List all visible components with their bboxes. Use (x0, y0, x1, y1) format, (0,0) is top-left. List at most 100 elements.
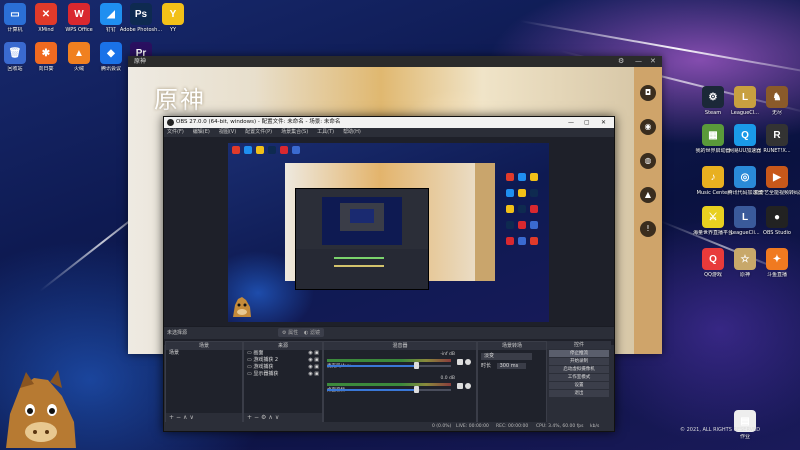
source-label: 显示器捕获 (253, 371, 279, 377)
menu-item[interactable]: 视图(V) (219, 128, 236, 137)
control-button[interactable]: 设置 (549, 382, 609, 389)
duration-input[interactable]: 300 ms (496, 363, 527, 369)
app-icon: Y (162, 3, 184, 25)
source-item[interactable]: ▭ 显示器捕获 ◉ ▣ (244, 371, 322, 378)
volume-slider-handle[interactable] (414, 362, 420, 369)
menu-item[interactable]: 场景集合(S) (281, 128, 308, 137)
obs-menubar: 文件(F) 编辑(E) 视图(V) 配置文件(P) 场景集合(S) 工具(T) 帮助(H) (164, 128, 614, 137)
transitions-panel: 场景转场 淡变 时长 300 ms (477, 341, 547, 423)
menu-item[interactable]: 配置文件(P) (245, 128, 272, 137)
close-icon[interactable]: ✕ (650, 56, 656, 67)
preview-icon (244, 146, 252, 154)
horse-mascot-icon (233, 297, 251, 317)
gear-icon[interactable] (465, 383, 471, 389)
sources-panel: 来源 ▭ 画面 ◉ ▣ ▭ 游戏捕获 2 ◉ ▣ ▭ 游戏捕获 ◉ ▣ ▭ 显示器捕获 ◉ ▣… (243, 341, 323, 423)
horse-mascot-icon (6, 370, 76, 448)
desktop-icon-label: 斗鱼直播 (766, 272, 787, 278)
preview-icon (530, 173, 538, 181)
speaker-icon[interactable] (457, 383, 463, 389)
notice-icon[interactable]: ! (640, 221, 656, 237)
control-button[interactable]: 停止推流 (549, 350, 609, 357)
obs-logo-icon (167, 119, 174, 126)
channel-db: 0.0 dB (440, 376, 455, 381)
desktop-icon[interactable]: ● OBS Studio (754, 206, 800, 236)
source-item[interactable]: ▭ 游戏捕获 ◉ ▣ (244, 364, 322, 371)
app-icon: Q (734, 124, 756, 146)
obs-preview[interactable] (164, 137, 614, 345)
minimize-icon[interactable]: — (568, 117, 574, 128)
app-icon: R (766, 124, 788, 146)
copyright-text: © 2021, ALL RIGHTS RESERVED (680, 427, 761, 433)
menu-item[interactable]: 帮助(H) (343, 128, 361, 137)
transition-select[interactable]: 淡变 (481, 353, 532, 360)
desktop-icon[interactable]: ♞ 无尽 (754, 86, 800, 116)
scenes-footer[interactable]: +−∧∨ (166, 413, 242, 422)
control-button[interactable]: 工作室模式 (549, 374, 609, 381)
control-button[interactable]: 开始录制 (549, 358, 609, 365)
desktop-icon[interactable]: ✦ 斗鱼直播 (754, 248, 800, 278)
properties-button[interactable]: ⚙ 属性 (278, 328, 303, 337)
menu-item[interactable]: 编辑(E) (193, 128, 210, 137)
mixer-channel: 桌面音频0.0 dB (327, 376, 473, 398)
app-icon: ✱ (35, 42, 57, 64)
app-icon: ♞ (766, 86, 788, 108)
launcher-titlebar[interactable]: 原神 ⚙ — ✕ (128, 56, 662, 67)
control-button[interactable]: 退出 (549, 390, 609, 397)
menu-item[interactable]: 文件(F) (167, 128, 184, 137)
preview-icon (506, 189, 514, 197)
bilibili-icon[interactable]: ▲ (640, 187, 656, 203)
source-item[interactable]: ▭ 游戏捕获 2 ◉ ▣ (244, 357, 322, 364)
scene-item[interactable]: 场景 (166, 350, 242, 357)
app-icon: L (734, 86, 756, 108)
volume-slider-handle[interactable] (414, 386, 420, 393)
controls-panel: 控件 停止推流 开始录制 启动虚拟摄像机 工作室模式 设置 退出 (547, 341, 611, 421)
live-time: LIVE: 00:00:00 (456, 424, 489, 429)
app-icon: Q (702, 248, 724, 270)
visibility-lock-icon[interactable]: ◉ ▣ (308, 350, 319, 357)
volume-slider[interactable] (327, 389, 451, 391)
speaker-icon[interactable] (457, 359, 463, 365)
desktop-icon[interactable]: ▶ 爱奇艺全能视频转码器 (754, 166, 800, 196)
app-icon: ☆ (734, 248, 756, 270)
maximize-icon[interactable]: ▢ (584, 117, 590, 128)
desktop: ▭ 计算机 ✕ XMind W WPS Office ◢ 钉钉 Ps Adobe Photosh.… (0, 0, 800, 450)
app-icon: ⚙ (702, 86, 724, 108)
launcher-title: 原神 (134, 58, 147, 65)
minimize-icon[interactable]: — (635, 56, 642, 67)
desktop-icon[interactable]: Y YY (150, 3, 196, 33)
preview-obs (295, 188, 429, 290)
volume-slider[interactable] (327, 365, 451, 367)
wechat-icon[interactable]: ◉ (640, 119, 656, 135)
visibility-lock-icon[interactable]: ◉ ▣ (308, 357, 319, 364)
visibility-lock-icon[interactable]: ◉ ▣ (308, 371, 319, 378)
preview-icon (506, 237, 514, 245)
gear-icon[interactable] (465, 359, 471, 365)
desktop-icon-label: 作业 (739, 434, 750, 440)
app-icon: ✦ (766, 248, 788, 270)
discord-icon[interactable]: ◘ (640, 85, 656, 101)
obs-window[interactable]: OBS 27.0.0 (64-bit, windows) - 配置文件: 未命名… (163, 116, 615, 432)
sources-header: 来源 (244, 342, 322, 350)
preview-icon (292, 146, 300, 154)
desktop-icon[interactable]: ▤ 作业 (722, 410, 768, 440)
source-item[interactable]: ▭ 画面 ◉ ▣ (244, 350, 322, 357)
menu-item[interactable]: 工具(T) (317, 128, 334, 137)
obs-title: OBS 27.0.0 (64-bit, windows) - 配置文件: 未命名… (176, 119, 341, 125)
filters-button[interactable]: ◐ 滤镜 (300, 328, 324, 337)
preview-icon (506, 205, 514, 213)
obs-titlebar[interactable]: OBS 27.0.0 (64-bit, windows) - 配置文件: 未命名… (164, 117, 614, 128)
scenes-panel: 场景 场景 +−∧∨ (165, 341, 243, 423)
visibility-lock-icon[interactable]: ◉ ▣ (308, 364, 319, 371)
source-label: 游戏捕获 2 (253, 357, 279, 363)
desktop-icon[interactable]: R RUNET!X... (754, 124, 800, 154)
weibo-icon[interactable]: ◍ (640, 153, 656, 169)
app-icon: ▶ (766, 166, 788, 188)
gear-icon[interactable]: ⚙ (618, 56, 624, 67)
sources-footer[interactable]: +−⚙∧∨ (244, 413, 322, 422)
source-label: 画面 (253, 350, 264, 356)
control-button[interactable]: 启动虚拟摄像机 (549, 366, 609, 373)
close-icon[interactable]: ✕ (601, 117, 606, 128)
source-toolbar: 未选择源 ⚙ 属性 ◐ 滤镜 (164, 326, 614, 339)
app-icon: L (734, 206, 756, 228)
preview-icon (518, 221, 526, 229)
